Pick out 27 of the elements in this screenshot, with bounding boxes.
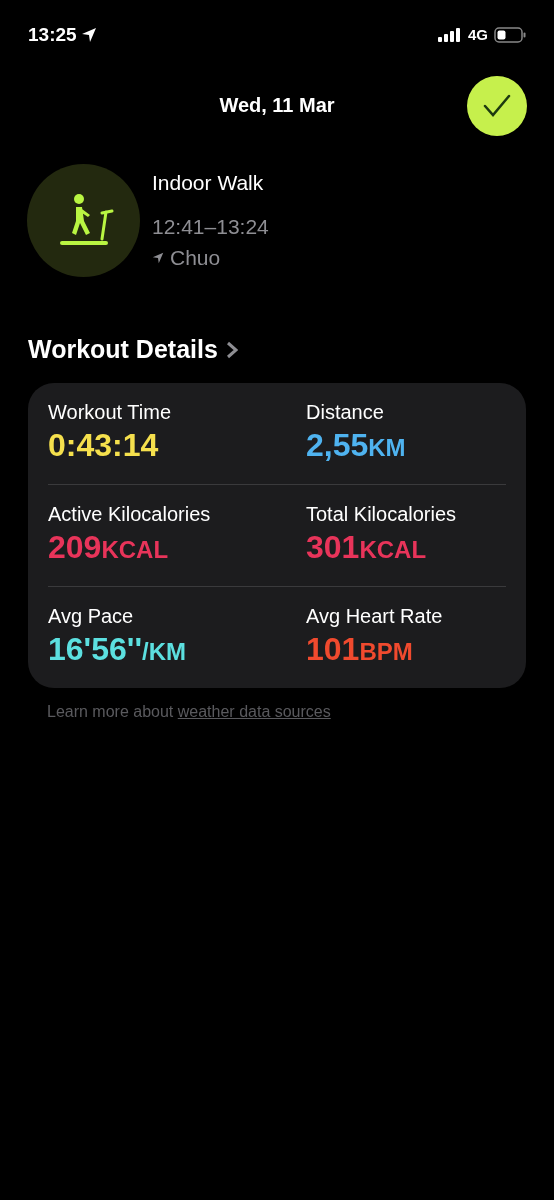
network-type: 4G: [468, 24, 488, 45]
metric-label: Total Kilocalories: [306, 501, 458, 527]
battery-icon: [494, 27, 526, 43]
metric-value: 16'56''/KM: [48, 629, 187, 669]
metric-value: 101BPM: [306, 629, 414, 669]
metric-label: Active Kilocalories: [48, 501, 212, 527]
metric-value: 0:43:14: [48, 425, 160, 465]
chevron-right-icon: [225, 340, 238, 359]
location-arrow-icon: [80, 27, 97, 43]
metric-label: Distance: [306, 399, 385, 425]
location-arrow-icon: [152, 252, 164, 264]
workout-name: Indoor Walk: [152, 170, 265, 197]
metric-value: 301KCAL: [306, 527, 428, 567]
done-button[interactable]: [467, 76, 527, 136]
metric-label: Workout Time: [48, 399, 172, 425]
metric-label: Avg Pace: [48, 603, 135, 629]
workout-location: Chuo: [170, 245, 221, 272]
workout-details-header[interactable]: Workout Details: [0, 331, 266, 369]
checkmark-icon: [483, 94, 511, 118]
signal-icon: [438, 28, 462, 42]
footer-text: Learn more about: [47, 702, 174, 720]
status-time: 13:25: [28, 22, 77, 47]
workout-time-range: 12:41–13:24: [152, 213, 269, 240]
metric-value: 209KCAL: [48, 527, 170, 567]
metric-value: 2,55KM: [306, 425, 407, 465]
metric-label: Avg Heart Rate: [306, 603, 444, 629]
date-title: Wed, 11 Mar: [219, 93, 335, 118]
